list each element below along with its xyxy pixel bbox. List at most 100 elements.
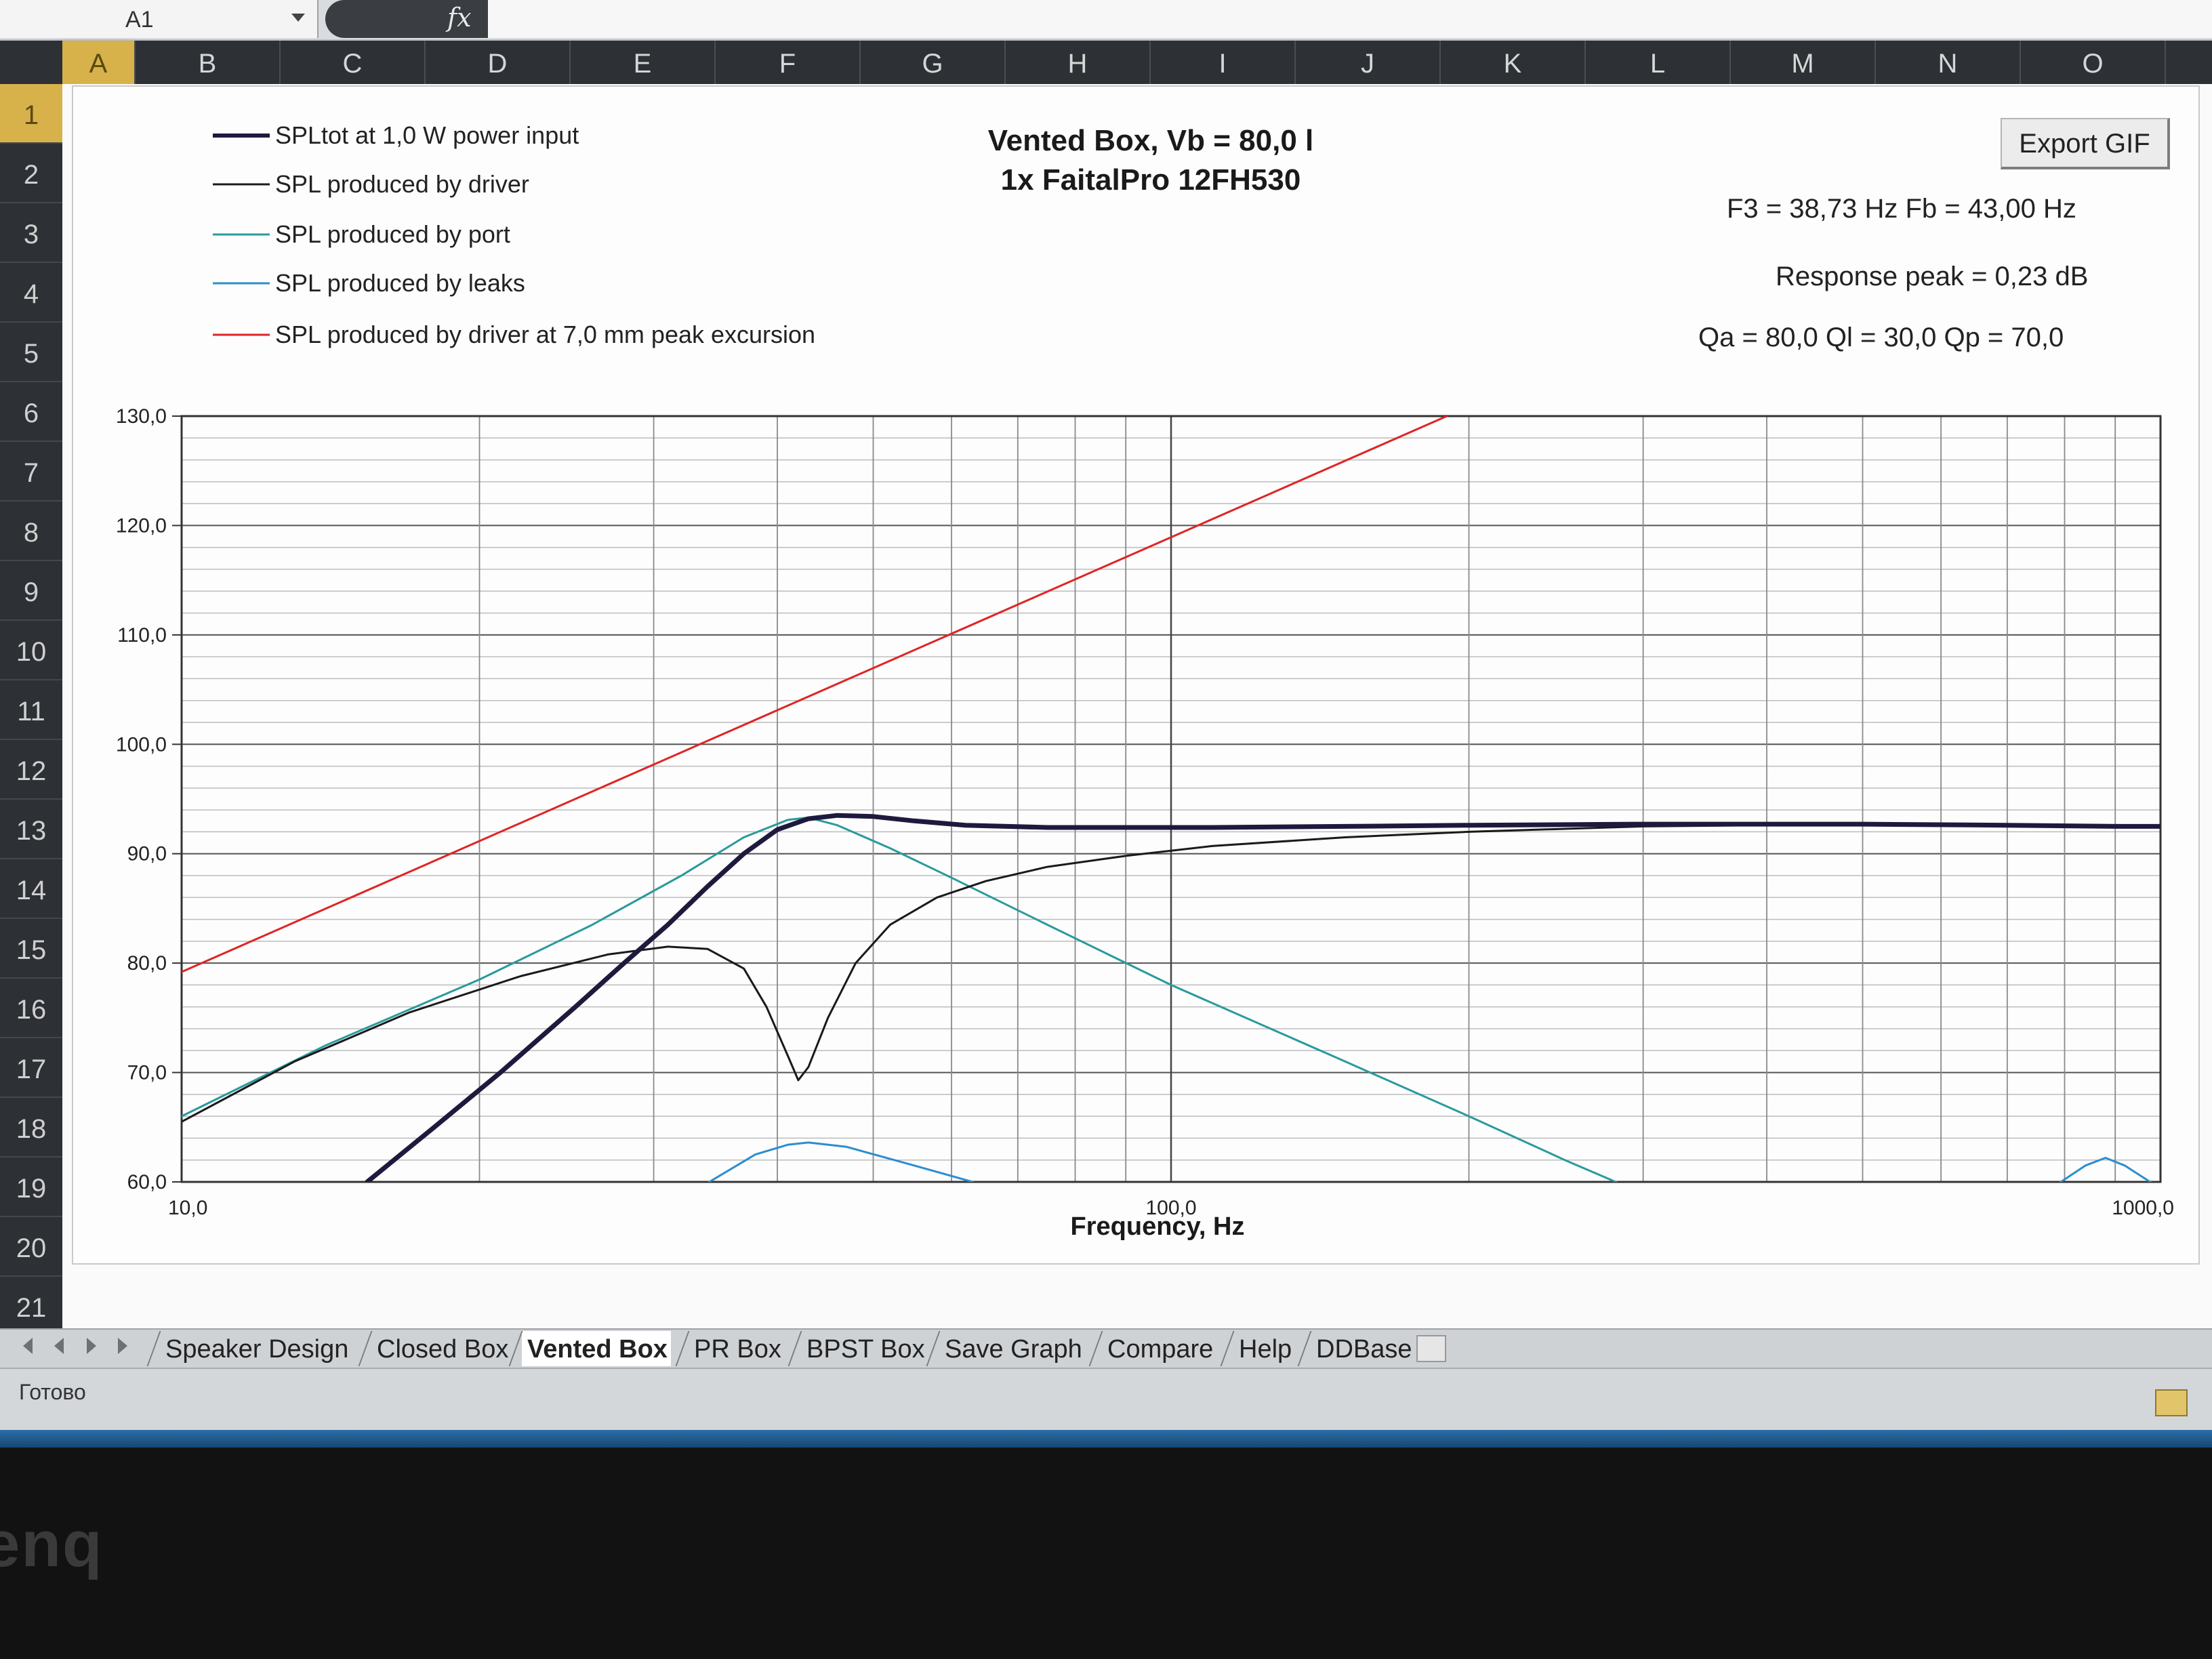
last-sheet-arrow-icon[interactable] xyxy=(118,1338,127,1354)
tab-separator xyxy=(1220,1331,1235,1366)
tab-separator xyxy=(926,1331,941,1366)
formula-bar: A1 fx xyxy=(0,0,2212,41)
row-header-19[interactable]: 19 xyxy=(0,1158,62,1217)
column-header-h[interactable]: H xyxy=(1006,41,1151,84)
export-gif-button[interactable]: Export GIF xyxy=(2001,118,2170,169)
row-header-13[interactable]: 13 xyxy=(0,800,62,859)
row-header-2[interactable]: 2 xyxy=(0,144,62,203)
next-sheet-arrow-icon[interactable] xyxy=(87,1338,96,1354)
legend-label: SPLtot at 1,0 W power input xyxy=(275,121,579,149)
chart-axes: 60,0 70,0 80,0 90,0 100,0 110,0 120,0 130,0 10,0… xyxy=(116,405,2174,1219)
column-header-l[interactable]: L xyxy=(1586,41,1731,84)
column-header-e[interactable]: E xyxy=(571,41,716,84)
sheet-tab-save-graph[interactable]: Save Graph xyxy=(939,1331,1082,1366)
row-header-12[interactable]: 12 xyxy=(0,740,62,800)
row-header-1[interactable]: 1 xyxy=(0,84,62,144)
x-tick-label: 1000,0 xyxy=(2112,1197,2174,1219)
y-tick-label: 60,0 xyxy=(127,1171,167,1193)
sheet-tab-speaker-design[interactable]: Speaker Design xyxy=(160,1331,348,1366)
row-headers: 1 2 3 4 5 6 7 8 9 10 11 12 13 14 15 16 17 18 19 20 21 xyxy=(0,84,62,1336)
column-header-a[interactable]: A xyxy=(62,41,136,84)
f3-fb-readout: F3 = 38,73 Hz Fb = 43,00 Hz xyxy=(1727,194,2076,224)
tab-separator xyxy=(508,1331,523,1366)
column-header-k[interactable]: K xyxy=(1441,41,1586,84)
row-header-17[interactable]: 17 xyxy=(0,1038,62,1098)
chart-subtitle: 1x FaitalPro 12FH530 xyxy=(1001,163,1301,197)
sheet-tab-ddbase[interactable]: DDBase xyxy=(1311,1331,1412,1366)
tab-separator xyxy=(358,1331,373,1366)
column-header-i[interactable]: I xyxy=(1151,41,1296,84)
first-sheet-arrow-icon[interactable] xyxy=(23,1338,33,1354)
legend-label: SPL produced by port xyxy=(275,220,510,248)
monitor-brand-logo: enq xyxy=(0,1508,104,1580)
worksheet[interactable]: 60,0 70,0 80,0 90,0 100,0 110,0 120,0 130,0 10,0… xyxy=(62,84,2212,1328)
row-header-4[interactable]: 4 xyxy=(0,263,62,323)
row-header-15[interactable]: 15 xyxy=(0,919,62,979)
row-header-3[interactable]: 3 xyxy=(0,203,62,263)
row-header-7[interactable]: 7 xyxy=(0,442,62,501)
series-line-0 xyxy=(365,813,2160,1182)
column-header-c[interactable]: C xyxy=(281,41,426,84)
column-header-o[interactable]: O xyxy=(2021,41,2166,84)
row-header-20[interactable]: 20 xyxy=(0,1217,62,1277)
chart-object[interactable]: 60,0 70,0 80,0 90,0 100,0 110,0 120,0 130,0 10,0… xyxy=(72,85,2200,1265)
legend-label: SPL produced by leaks xyxy=(275,269,525,297)
row-header-21[interactable]: 21 xyxy=(0,1277,62,1336)
cell-reference: A1 xyxy=(125,7,154,33)
chart-legend: SPLtot at 1,0 W power input SPL produced … xyxy=(213,121,815,348)
sheet-tab-compare[interactable]: Compare xyxy=(1102,1331,1217,1366)
series-line-3 xyxy=(707,1141,2152,1182)
row-header-8[interactable]: 8 xyxy=(0,501,62,561)
y-tick-label: 120,0 xyxy=(116,514,167,537)
column-header-g[interactable]: G xyxy=(861,41,1006,84)
tab-separator xyxy=(1088,1331,1103,1366)
normal-view-icon[interactable] xyxy=(2155,1389,2188,1416)
row-header-14[interactable]: 14 xyxy=(0,859,62,919)
row-header-11[interactable]: 11 xyxy=(0,680,62,740)
series-line-2 xyxy=(182,816,1619,1182)
row-header-5[interactable]: 5 xyxy=(0,323,62,382)
legend-label: SPL produced by driver at 7,0 mm peak ex… xyxy=(275,321,815,348)
legend-label: SPL produced by driver xyxy=(275,170,529,198)
tab-separator xyxy=(675,1331,690,1366)
y-tick-label: 80,0 xyxy=(127,952,167,975)
column-header-j[interactable]: J xyxy=(1296,41,1441,84)
y-tick-label: 130,0 xyxy=(116,405,167,428)
taskbar-strip xyxy=(0,1430,2212,1448)
tab-separator xyxy=(146,1331,161,1366)
column-header-f[interactable]: F xyxy=(716,41,861,84)
chart-gridlines xyxy=(180,415,2162,1183)
monitor-bezel: enq xyxy=(0,1448,2212,1659)
response-peak-readout: Response peak = 0,23 dB xyxy=(1776,262,2089,291)
row-header-16[interactable]: 16 xyxy=(0,979,62,1038)
column-header-d[interactable]: D xyxy=(426,41,571,84)
q-values-readout: Qa = 80,0 Ql = 30,0 Qp = 70,0 xyxy=(1698,323,2064,352)
insert-sheet-icon[interactable] xyxy=(1416,1335,1446,1362)
excel-window: A1 fx ABCDEFGHIJKLMNO 1 2 3 4 5 6 7 8 9 10 11 12 13 1… xyxy=(0,0,2212,1430)
sheet-tab-vented-box[interactable]: Vented Box xyxy=(522,1331,671,1366)
row-header-6[interactable]: 6 xyxy=(0,382,62,442)
prev-sheet-arrow-icon[interactable] xyxy=(54,1338,64,1354)
chart-title: Vented Box, Vb = 80,0 l xyxy=(988,124,1314,157)
y-tick-label: 90,0 xyxy=(127,843,167,865)
row-header-10[interactable]: 10 xyxy=(0,621,62,680)
row-header-18[interactable]: 18 xyxy=(0,1098,62,1158)
row-header-9[interactable]: 9 xyxy=(0,561,62,621)
formula-input[interactable] xyxy=(488,0,2212,38)
column-header-b[interactable]: B xyxy=(136,41,281,84)
sheet-tab-pr-box[interactable]: PR Box xyxy=(689,1331,783,1366)
sheet-tab-closed-box[interactable]: Closed Box xyxy=(371,1331,508,1366)
sheet-tab-bpst-box[interactable]: BPST Box xyxy=(801,1331,925,1366)
name-box[interactable]: A1 xyxy=(0,0,319,38)
y-tick-label: 70,0 xyxy=(127,1062,167,1084)
function-icon[interactable]: fx xyxy=(447,3,472,33)
sheet-tab-help[interactable]: Help xyxy=(1233,1331,1294,1366)
y-tick-label: 110,0 xyxy=(117,624,167,647)
column-header-m[interactable]: M xyxy=(1731,41,1876,84)
column-header-n[interactable]: N xyxy=(1876,41,2021,84)
x-axis-label: Frequency, Hz xyxy=(1071,1212,1245,1241)
chevron-down-icon[interactable] xyxy=(291,14,305,22)
column-headers: ABCDEFGHIJKLMNO xyxy=(0,41,2212,84)
status-bar: Готово xyxy=(0,1368,2212,1430)
y-tick-label: 100,0 xyxy=(116,733,167,756)
